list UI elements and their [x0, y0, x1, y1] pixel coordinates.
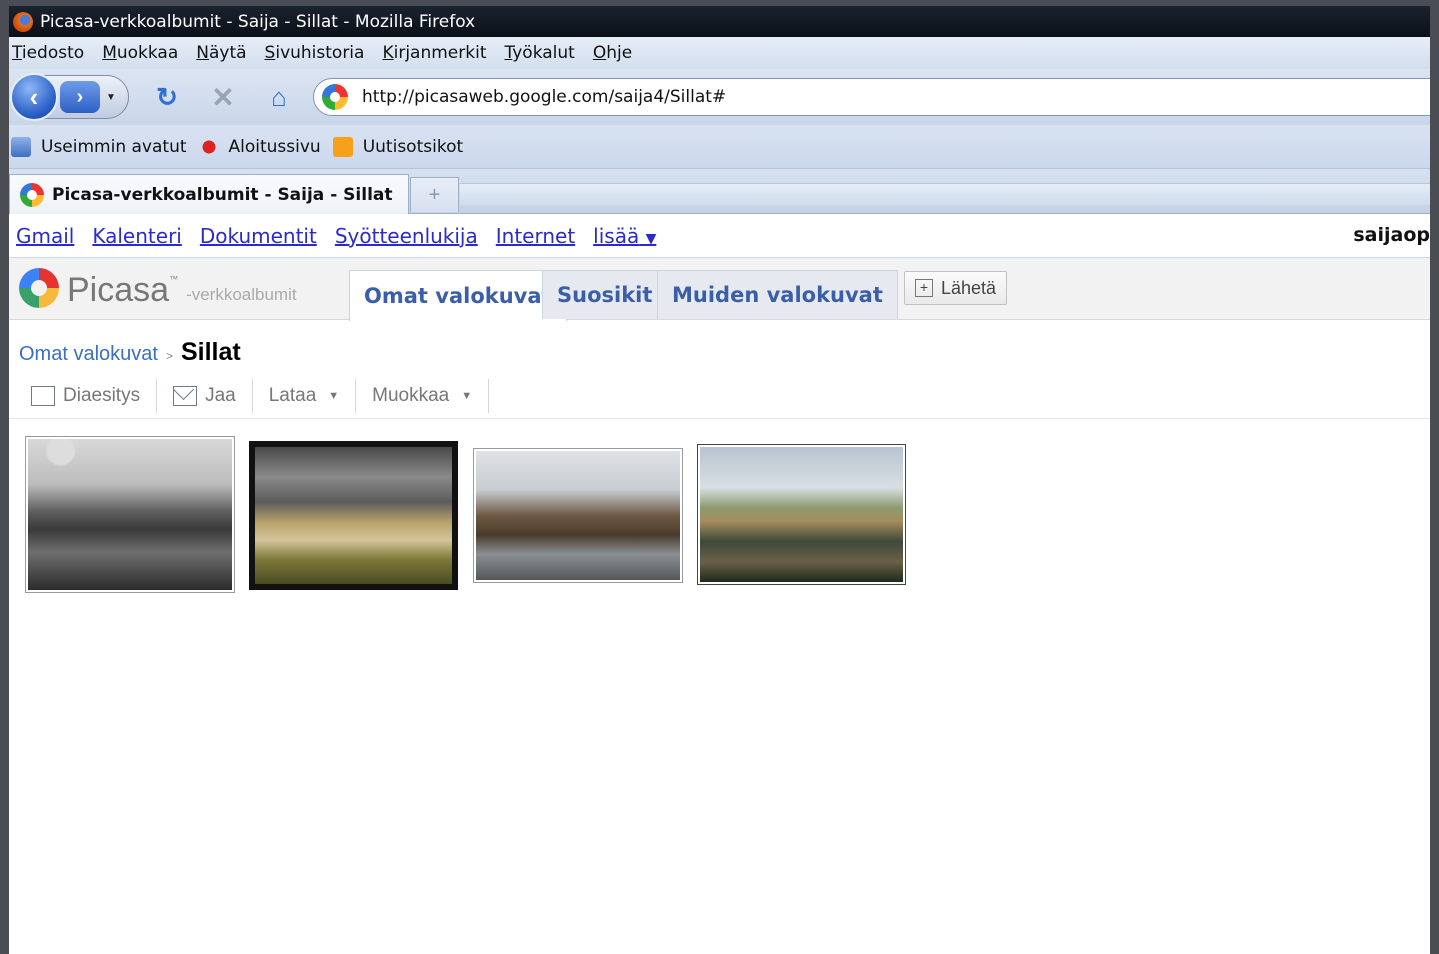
- breadcrumb-separator: >: [165, 349, 173, 363]
- share-label: Jaa: [205, 385, 236, 406]
- menu-tools[interactable]: Työkalut: [504, 43, 574, 63]
- bookmark-headlines[interactable]: Uutisotsikot: [332, 136, 464, 157]
- photo-thumbnail[interactable]: [25, 436, 235, 593]
- fullscreen-icon: [31, 386, 55, 406]
- menu-help[interactable]: Ohje: [593, 43, 632, 63]
- more-label: lisää: [593, 223, 640, 248]
- menu-bar: Tiedosto Muokkaa Näytä Sivuhistoria Kirj…: [9, 37, 1430, 69]
- new-tab-button[interactable]: +: [410, 177, 459, 212]
- menu-history[interactable]: Sivuhistoria: [265, 43, 365, 63]
- envelope-icon: [173, 386, 198, 406]
- window-title: Picasa-verkkoalbumit - Saija - Sillat - …: [40, 11, 476, 32]
- tab-bar: Picasa-verkkoalbumit - Saija - Sillat +: [9, 169, 1430, 215]
- back-button[interactable]: ‹: [10, 73, 58, 121]
- tab-strip-filler: [460, 183, 1430, 205]
- url-text[interactable]: http://picasaweb.google.com/saija4/Silla…: [362, 87, 726, 107]
- history-dropdown-icon[interactable]: ▼: [106, 92, 116, 103]
- picasa-logo-icon: [19, 268, 59, 308]
- tab-my-photos[interactable]: Omat valokuvat: [349, 270, 567, 321]
- logo-text: Picasa: [67, 271, 170, 309]
- dragon-icon: [198, 136, 219, 157]
- bookmarks-toolbar: Useimmin avatut Aloitussivu Uutisotsikot: [9, 125, 1430, 169]
- caret-down-icon: ▼: [328, 390, 340, 402]
- bridge-photo-image: [255, 447, 452, 584]
- album-toolbar: Diaesitys Jaa Lataa ▼ Muokkaa ▼: [25, 378, 490, 414]
- link-more[interactable]: lisää ▼: [593, 224, 656, 248]
- rss-icon: [332, 136, 353, 157]
- caret-down-icon: ▼: [461, 390, 473, 402]
- back-forward-group: ‹ › ▼: [10, 73, 129, 121]
- link-calendar[interactable]: Kalenteri: [92, 224, 181, 248]
- picasa-tab-icon: [20, 183, 44, 207]
- photo-thumbnail[interactable]: [697, 444, 906, 585]
- bridge-photo-image: [476, 451, 680, 580]
- tab-favorites[interactable]: Suosikit: [542, 270, 668, 319]
- link-gmail[interactable]: Gmail: [16, 224, 74, 248]
- dropdown-arrow-icon: ▼: [645, 230, 657, 247]
- title-bar: Picasa-verkkoalbumit - Saija - Sillat - …: [9, 6, 1430, 37]
- picasa-site-icon: [322, 84, 348, 110]
- breadcrumb-parent-link[interactable]: Omat valokuvat: [19, 343, 158, 366]
- link-web[interactable]: Internet: [496, 224, 575, 248]
- slideshow-label: Diaesitys: [63, 385, 141, 406]
- breadcrumb: Omat valokuvat > Sillat: [19, 338, 241, 367]
- menu-file[interactable]: Tiedosto: [12, 43, 84, 63]
- browser-window: Picasa-verkkoalbumit - Saija - Sillat - …: [9, 6, 1430, 954]
- upload-label: Lähetä: [941, 277, 997, 298]
- google-bar: Gmail Kalenteri Dokumentit Syötteenlukij…: [9, 214, 1430, 258]
- menu-bookmarks[interactable]: Kirjanmerkit: [382, 43, 486, 63]
- picasa-header: Picasa ™ -verkkoalbumit Omat valokuvat S…: [9, 258, 1430, 321]
- trademark: ™: [169, 274, 179, 284]
- upload-plus-icon: +: [915, 279, 933, 297]
- user-name: saijaop: [1353, 224, 1430, 246]
- tab-label: Picasa-verkkoalbumit - Saija - Sillat: [52, 185, 393, 205]
- bridge-photo-image: [700, 447, 903, 582]
- reload-icon[interactable]: ↻: [149, 79, 185, 115]
- logo-subtitle: -verkkoalbumit: [186, 285, 297, 304]
- slideshow-button[interactable]: Diaesitys: [25, 379, 158, 413]
- photo-thumbnail[interactable]: [473, 448, 683, 583]
- firefox-icon: [13, 11, 33, 32]
- menu-view[interactable]: Näytä: [196, 43, 246, 63]
- menu-edit[interactable]: Muokkaa: [102, 43, 178, 63]
- bookmark-label: Useimmin avatut: [41, 136, 187, 157]
- album-title: Sillat: [180, 338, 241, 366]
- bookmark-most-visited[interactable]: Useimmin avatut: [11, 136, 187, 157]
- toolbar-divider: [9, 418, 1430, 419]
- forward-button[interactable]: ›: [60, 81, 100, 113]
- upload-button[interactable]: + Lähetä: [904, 271, 1008, 305]
- search-page-icon: [11, 136, 31, 157]
- home-icon[interactable]: ⌂: [261, 79, 297, 115]
- tab-others-photos[interactable]: Muiden valokuvat: [657, 270, 898, 319]
- bridge-photo-image: [28, 439, 232, 590]
- url-bar[interactable]: http://picasaweb.google.com/saija4/Silla…: [313, 78, 1430, 116]
- link-reader[interactable]: Syötteenlukija: [335, 224, 478, 248]
- navigation-toolbar: ‹ › ▼ ↻ ✕ ⌂ http://picasaweb.google.com/…: [9, 69, 1430, 125]
- picasa-logo[interactable]: Picasa ™ -verkkoalbumit: [19, 268, 297, 308]
- share-button[interactable]: Jaa: [157, 379, 253, 413]
- link-documents[interactable]: Dokumentit: [200, 224, 317, 248]
- download-menu-button[interactable]: Lataa ▼: [253, 379, 357, 413]
- bookmark-label: Uutisotsikot: [362, 136, 464, 157]
- download-label: Lataa: [268, 385, 317, 406]
- photo-thumbnail[interactable]: [249, 441, 458, 590]
- bookmark-label: Aloitussivu: [228, 136, 321, 157]
- stop-icon[interactable]: ✕: [205, 79, 241, 115]
- edit-label: Muokkaa: [372, 385, 450, 406]
- tab-picasa-album[interactable]: Picasa-verkkoalbumit - Saija - Sillat: [9, 174, 409, 215]
- edit-menu-button[interactable]: Muokkaa ▼: [356, 379, 490, 413]
- bookmark-home-page[interactable]: Aloitussivu: [198, 136, 321, 157]
